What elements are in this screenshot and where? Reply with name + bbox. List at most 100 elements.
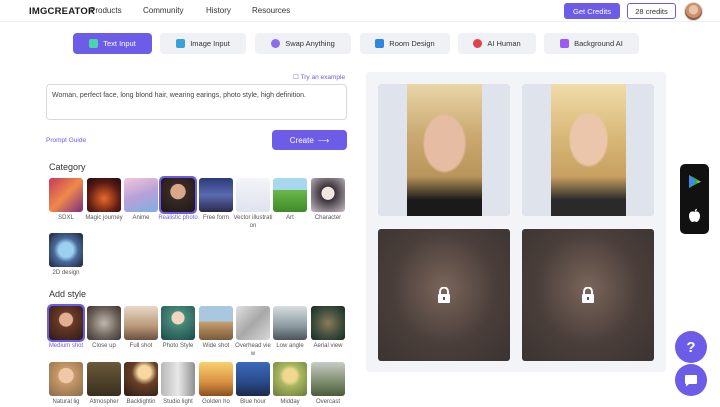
style-thumb bbox=[161, 362, 195, 396]
lock-icon bbox=[582, 287, 594, 303]
category-item-2d-design[interactable]: 2D design bbox=[49, 233, 83, 278]
style-item-atmospheric[interactable]: Atmospher bbox=[87, 362, 121, 407]
category-label: Art bbox=[286, 215, 294, 221]
result-image-1[interactable] bbox=[378, 84, 510, 216]
style-thumb bbox=[124, 362, 158, 396]
tab-room-design[interactable]: Room Design bbox=[360, 33, 450, 54]
tab-label: Swap Anything bbox=[285, 39, 335, 48]
style-item-aerial-view[interactable]: Aerial view bbox=[311, 306, 345, 351]
top-navigation-bar: IMGCREATOR Products Community History Re… bbox=[0, 0, 720, 22]
category-label: Character bbox=[314, 215, 342, 221]
result-image-2[interactable] bbox=[522, 84, 654, 216]
style-label: Photo Style bbox=[162, 343, 194, 349]
avatar[interactable] bbox=[684, 2, 703, 21]
category-thumb bbox=[199, 178, 233, 212]
lock-icon bbox=[438, 287, 450, 303]
tab-image-input[interactable]: Image Input bbox=[160, 33, 246, 54]
category-label: Realistic photo bbox=[158, 215, 198, 221]
tab-text-input[interactable]: Text Input bbox=[73, 33, 152, 54]
tab-label: Background AI bbox=[574, 39, 623, 48]
tab-label: Room Design bbox=[389, 39, 435, 48]
nav-products[interactable]: Products bbox=[90, 6, 122, 15]
style-thumb bbox=[236, 306, 270, 340]
chat-button[interactable] bbox=[675, 364, 707, 396]
prompt-input[interactable]: Woman, perfect face, long blond hair, we… bbox=[46, 84, 347, 120]
style-item-backlighting[interactable]: Backlightin bbox=[124, 362, 158, 407]
try-example-label: Try an example bbox=[300, 74, 346, 81]
category-item-vector-illustration[interactable]: Vector illustration bbox=[233, 178, 273, 230]
category-thumb bbox=[87, 178, 121, 212]
category-item-art[interactable]: Art bbox=[273, 178, 307, 223]
style-thumb bbox=[273, 306, 307, 340]
style-thumb bbox=[311, 362, 345, 396]
style-item-overhead-view[interactable]: Overhead view bbox=[235, 306, 271, 358]
help-button[interactable]: ? bbox=[675, 331, 707, 363]
category-item-realistic-photo[interactable]: Realistic photo bbox=[158, 176, 198, 223]
try-example-link[interactable]: ☐ Try an example bbox=[293, 73, 345, 81]
swap-icon bbox=[271, 39, 281, 48]
ai-human-icon bbox=[473, 39, 483, 48]
text-input-icon bbox=[89, 39, 99, 48]
tab-swap-anything[interactable]: Swap Anything bbox=[255, 33, 351, 54]
locked-result-1[interactable] bbox=[378, 229, 510, 361]
style-item-golden-hour[interactable]: Golden ho bbox=[199, 362, 233, 407]
locked-result-2[interactable] bbox=[522, 229, 654, 361]
category-thumb bbox=[49, 178, 83, 212]
logo[interactable]: IMGCREATOR bbox=[29, 6, 95, 17]
style-thumb bbox=[199, 306, 233, 340]
style-label: Blue hour bbox=[240, 399, 266, 405]
category-thumb bbox=[236, 178, 270, 212]
style-item-natural-light[interactable]: Natural lig bbox=[49, 362, 83, 407]
style-thumb bbox=[236, 362, 270, 396]
nav-history[interactable]: History bbox=[206, 6, 231, 15]
category-item-character[interactable]: Character bbox=[311, 178, 345, 223]
style-item-full-shot[interactable]: Full shot bbox=[124, 306, 158, 351]
category-item-sdxl[interactable]: SDXL bbox=[49, 178, 83, 223]
tab-ai-human[interactable]: AI Human bbox=[458, 33, 536, 54]
category-item-free-form[interactable]: Free form bbox=[199, 178, 233, 223]
style-item-low-angle[interactable]: Low angle bbox=[273, 306, 307, 351]
mode-tabs: Text Input Image Input Swap Anything Roo… bbox=[0, 33, 720, 55]
style-label: Atmospher bbox=[89, 399, 119, 405]
style-item-photo-style[interactable]: Photo Style bbox=[161, 306, 195, 351]
style-item-blue-hour[interactable]: Blue hour bbox=[236, 362, 270, 407]
style-thumb bbox=[311, 306, 345, 340]
style-item-midday[interactable]: Midday bbox=[273, 362, 307, 407]
style-item-overcast[interactable]: Overcast bbox=[311, 362, 345, 407]
category-title: Category bbox=[49, 162, 86, 172]
apple-icon[interactable] bbox=[688, 208, 701, 223]
category-thumb bbox=[49, 233, 83, 267]
style-thumb bbox=[161, 306, 195, 340]
category-item-magic-journey[interactable]: Magic journey bbox=[85, 178, 123, 223]
nav-community[interactable]: Community bbox=[143, 6, 183, 15]
portrait bbox=[407, 84, 482, 216]
category-label: SDXL bbox=[58, 215, 74, 221]
chat-icon bbox=[685, 374, 697, 386]
nav-resources[interactable]: Resources bbox=[252, 6, 290, 15]
credits-counter[interactable]: 28 credits bbox=[627, 3, 676, 19]
style-item-medium-shot[interactable]: Medium shot bbox=[47, 304, 85, 351]
google-play-icon[interactable] bbox=[688, 174, 702, 189]
style-label: Medium shot bbox=[48, 343, 84, 349]
app-store-badges bbox=[680, 164, 709, 234]
style-label: Natural lig bbox=[52, 399, 80, 405]
category-label: Magic journey bbox=[85, 215, 123, 221]
style-label: Golden ho bbox=[202, 399, 230, 405]
style-thumb bbox=[49, 362, 83, 396]
results-panel bbox=[366, 72, 666, 372]
get-credits-button[interactable]: Get Credits bbox=[564, 3, 620, 19]
category-label: Vector illustration bbox=[233, 215, 273, 229]
image-input-icon bbox=[176, 39, 186, 48]
category-thumb bbox=[124, 178, 158, 212]
style-thumb bbox=[199, 362, 233, 396]
create-button[interactable]: Create ⟶ bbox=[272, 130, 347, 150]
prompt-guide-link[interactable]: Prompt Guide bbox=[46, 137, 86, 144]
category-thumb bbox=[159, 176, 197, 214]
style-item-wide-shot[interactable]: Wide shot bbox=[199, 306, 233, 351]
style-item-close-up[interactable]: Close up bbox=[87, 306, 121, 351]
tab-label: AI Human bbox=[487, 39, 521, 48]
style-item-studio-light[interactable]: Studio light bbox=[161, 362, 195, 407]
tab-background-ai[interactable]: Background AI bbox=[544, 33, 639, 54]
category-item-anime[interactable]: Anime bbox=[124, 178, 158, 223]
arrow-right-icon: ⟶ bbox=[317, 135, 330, 145]
